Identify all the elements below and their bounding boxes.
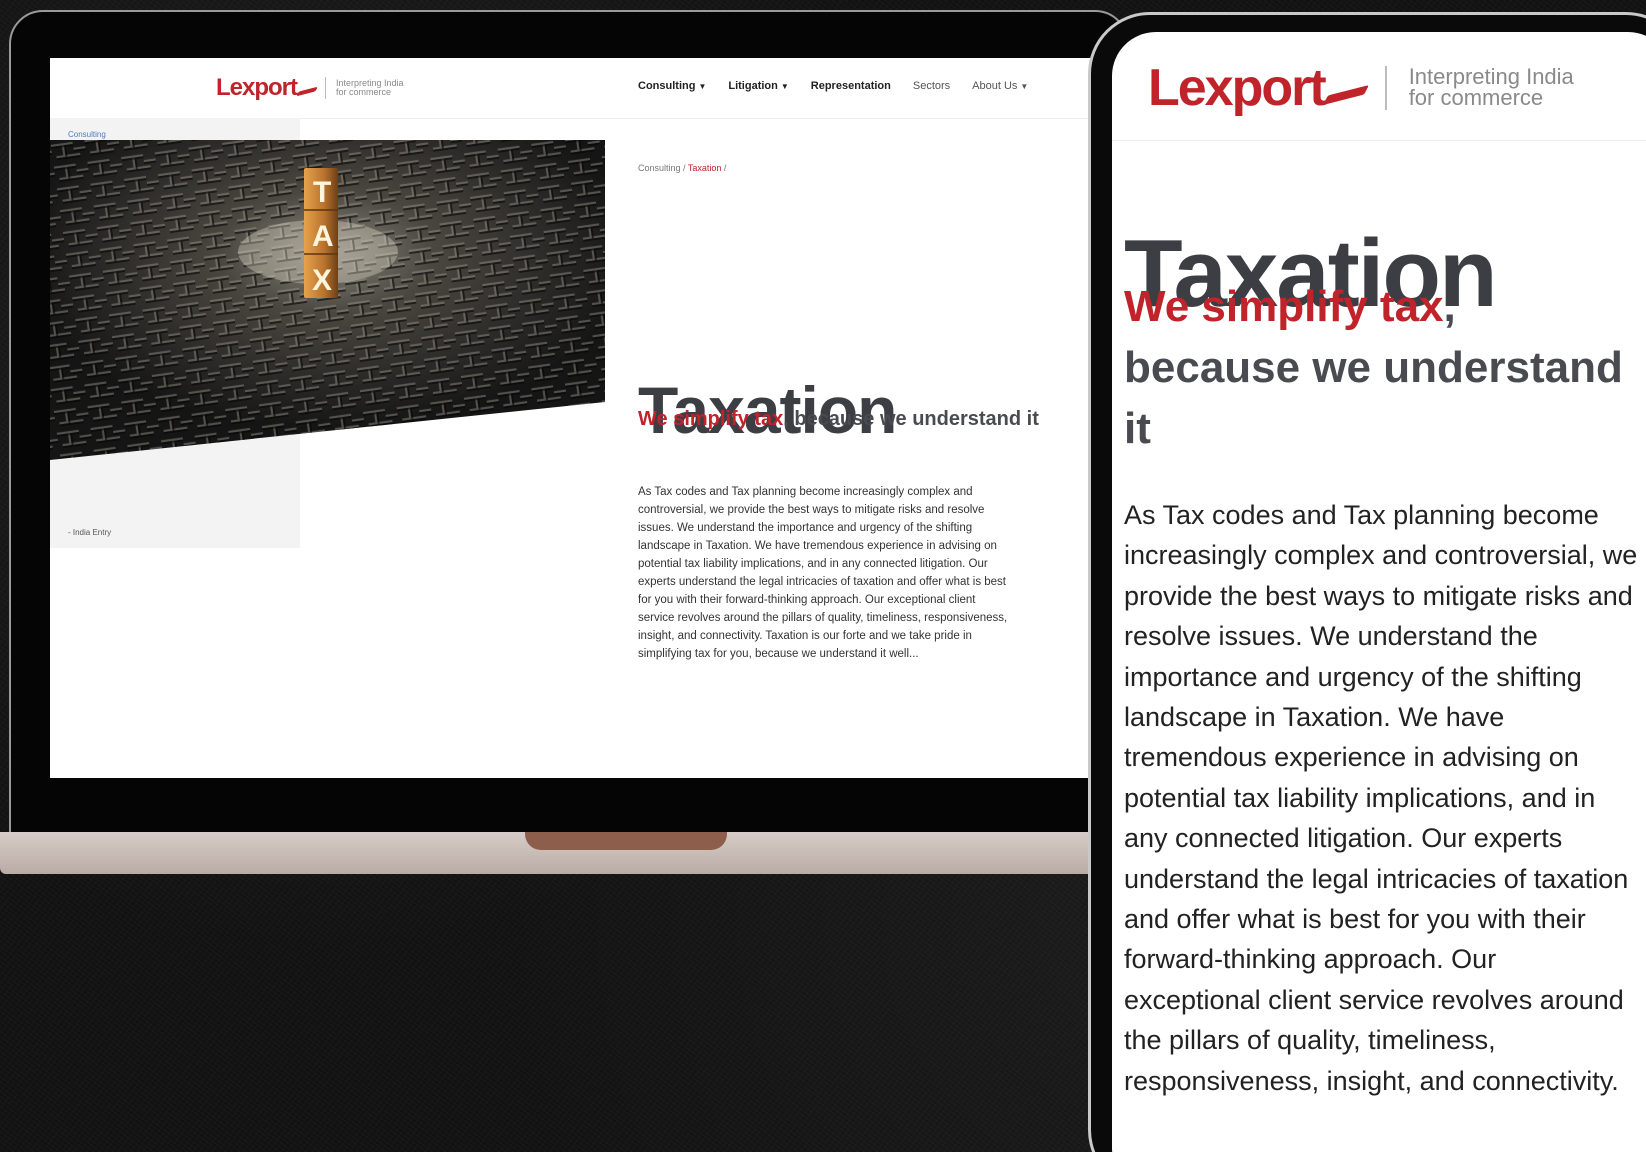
logo-divider <box>1384 66 1387 110</box>
nav-label: Consulting <box>638 80 696 92</box>
nav-item-about-us[interactable]: About Us ▼ <box>972 80 1028 92</box>
page-body: As Tax codes and Tax planning become inc… <box>638 485 1008 660</box>
subtitle-highlight: We simplify tax <box>638 408 784 430</box>
nav-item-litigation[interactable]: Litigation ▼ <box>728 80 788 92</box>
nav-item-sectors[interactable]: Sectors <box>913 80 950 92</box>
breadcrumb-current: Taxation <box>687 163 722 173</box>
logo-wordmark: Lexport <box>1148 59 1327 117</box>
laptop-screen: Lexport Interpreting India for commerce … <box>50 58 1120 778</box>
nav-label: About Us <box>972 80 1018 92</box>
subtitle-rest: , because we understand it <box>783 408 1039 430</box>
logo-divider <box>325 77 327 99</box>
tax-maze-image: T A X <box>50 140 605 460</box>
sidebar-link-consulting[interactable]: Consulting <box>68 130 106 139</box>
caret-down-icon: ▼ <box>698 82 707 91</box>
caret-down-icon: ▼ <box>1020 82 1029 91</box>
nav-item-consulting[interactable]: Consulting ▼ <box>638 80 706 92</box>
site-header: Lexport Interpreting India for commerce … <box>50 58 1120 119</box>
nav-label: Sectors <box>912 80 951 92</box>
logo-swoosh-icon <box>296 86 318 96</box>
caret-down-icon: ▼ <box>780 82 789 91</box>
phone-page-subtitle: We simplify tax, because we understand i… <box>1124 276 1644 459</box>
page-subtitle: We simplify tax, because we understand i… <box>638 408 1039 431</box>
logo-tagline: Interpreting India for commerce <box>336 79 404 97</box>
logo-swoosh-icon <box>1322 84 1369 106</box>
logo-wordmark: Lexport <box>216 74 298 101</box>
logo-tagline: Interpreting India for commerce <box>1408 66 1574 110</box>
sidebar-item-india-entry[interactable]: - India Entry <box>68 528 111 537</box>
tax-letter-t: T <box>313 176 331 209</box>
breadcrumb-consulting[interactable]: Consulting <box>638 163 681 173</box>
tax-letter-x: X <box>312 264 332 297</box>
nav-item-representation[interactable]: Representation <box>811 80 891 92</box>
phone-screen: Lexport Interpreting India for commerce … <box>1112 32 1646 1152</box>
phone-header-divider <box>1112 140 1646 141</box>
site-logo[interactable]: Lexport Interpreting India for commerce <box>216 74 404 102</box>
phone-page-body: As Tax codes and Tax planning become inc… <box>1124 500 1638 1096</box>
laptop-notch <box>525 832 727 850</box>
tax-letter-a: A <box>312 220 334 253</box>
tagline-line-2: for commerce <box>336 87 392 97</box>
breadcrumb-trailing: / <box>721 163 727 173</box>
nav-label: Litigation <box>728 80 778 92</box>
mockup-stage: Lexport Interpreting India for commerce … <box>0 0 1646 1152</box>
tagline-line-2: for commerce <box>1408 85 1544 110</box>
phone-site-logo[interactable]: Lexport Interpreting India for commerce <box>1148 58 1574 118</box>
subtitle-highlight: We simplify tax <box>1124 282 1444 331</box>
nav-label: Representation <box>810 80 891 92</box>
breadcrumb-separator: / <box>680 163 688 173</box>
main-nav: Consulting ▼ Litigation ▼ Representation S… <box>638 80 1028 92</box>
breadcrumb: Consulting / Taxation / <box>638 163 726 173</box>
